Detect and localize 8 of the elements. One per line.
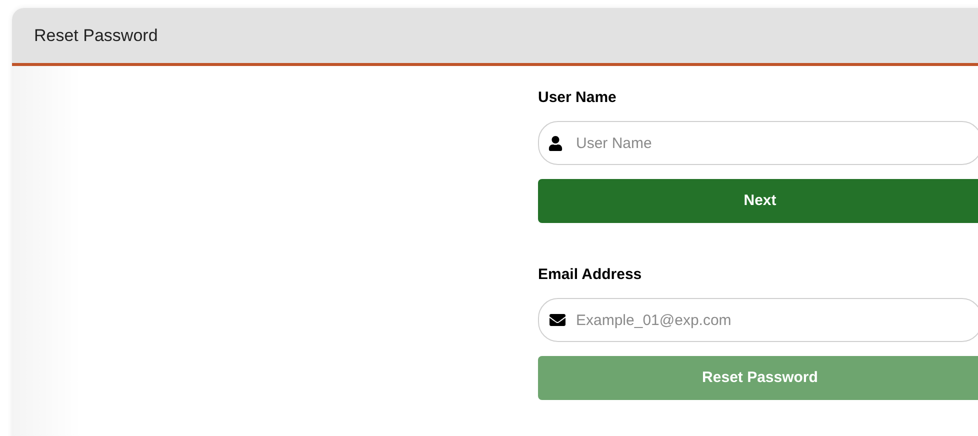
next-button[interactable]: Next [538, 179, 978, 223]
envelope-icon [548, 312, 567, 328]
field-label: Email Address [538, 265, 643, 285]
input-field[interactable]: Example_01@exp.com [538, 298, 978, 342]
input-field[interactable]: User Name [538, 121, 978, 165]
person-icon [548, 136, 563, 150]
field-label: User Name [538, 88, 618, 108]
panel-title: Reset Password [34, 24, 158, 47]
